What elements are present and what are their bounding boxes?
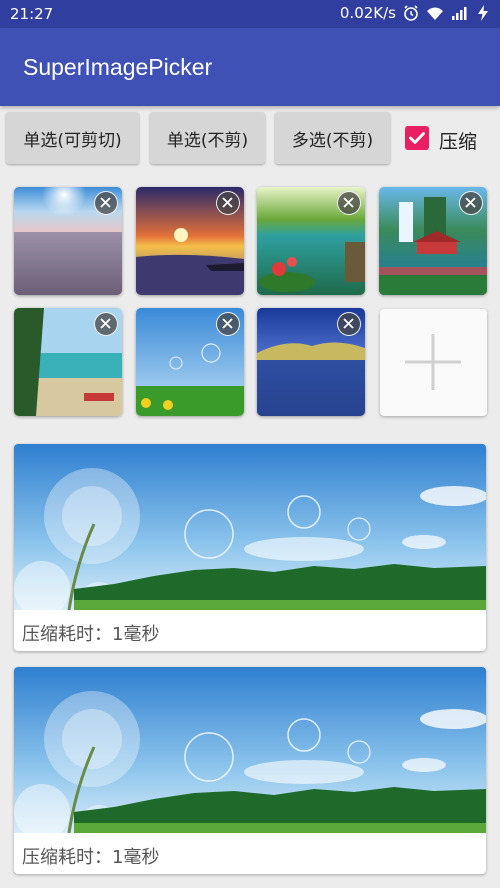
thumbnail[interactable] (14, 308, 122, 416)
thumbnail[interactable] (257, 187, 365, 295)
single-select-crop-button[interactable]: 单选(可剪切) (6, 112, 139, 164)
signal-icon (452, 7, 467, 20)
status-icons: 0.02K/s (340, 4, 492, 22)
compress-time-caption: 压缩耗时：1毫秒 (22, 624, 160, 645)
close-icon (222, 197, 233, 208)
remove-image-button[interactable] (459, 191, 483, 215)
remove-image-button[interactable] (216, 191, 240, 215)
compress-label: 压缩 (439, 131, 478, 153)
close-icon (343, 318, 354, 329)
remove-image-button[interactable] (337, 191, 361, 215)
remove-image-button[interactable] (216, 312, 240, 336)
result-card: 压缩耗时：1毫秒 (14, 444, 486, 651)
compress-checkbox[interactable] (405, 126, 429, 150)
thumbnail[interactable] (14, 187, 122, 295)
result-image (14, 667, 486, 833)
net-speed: 0.02K/s (339, 4, 396, 22)
remove-image-button[interactable] (94, 312, 118, 336)
checkmark-icon (409, 132, 425, 144)
close-icon (465, 197, 476, 208)
single-select-button[interactable]: 单选(不剪) (150, 112, 265, 164)
alarm-icon (404, 5, 418, 21)
result-image (14, 444, 486, 610)
close-icon (100, 197, 111, 208)
thumbnail[interactable] (136, 187, 244, 295)
compress-time-caption: 压缩耗时：1毫秒 (22, 847, 160, 868)
status-time: 21:27 (10, 5, 54, 23)
charging-icon (478, 5, 488, 21)
thumbnail[interactable] (136, 308, 244, 416)
remove-image-button[interactable] (337, 312, 361, 336)
wifi-icon (427, 7, 443, 20)
close-icon (343, 197, 354, 208)
multi-select-button[interactable]: 多选(不剪) (275, 112, 390, 164)
thumbnail[interactable] (379, 187, 487, 295)
remove-image-button[interactable] (94, 191, 118, 215)
close-icon (222, 318, 233, 329)
status-bar: 21:27 0.02K/s (0, 0, 500, 28)
close-icon (100, 318, 111, 329)
app-title: SuperImagePicker (23, 54, 213, 80)
plus-icon (405, 334, 461, 390)
thumbnail[interactable] (257, 308, 365, 416)
app-bar: SuperImagePicker (0, 28, 500, 106)
add-image-button[interactable] (380, 309, 487, 416)
result-card: 压缩耗时：1毫秒 (14, 667, 486, 874)
